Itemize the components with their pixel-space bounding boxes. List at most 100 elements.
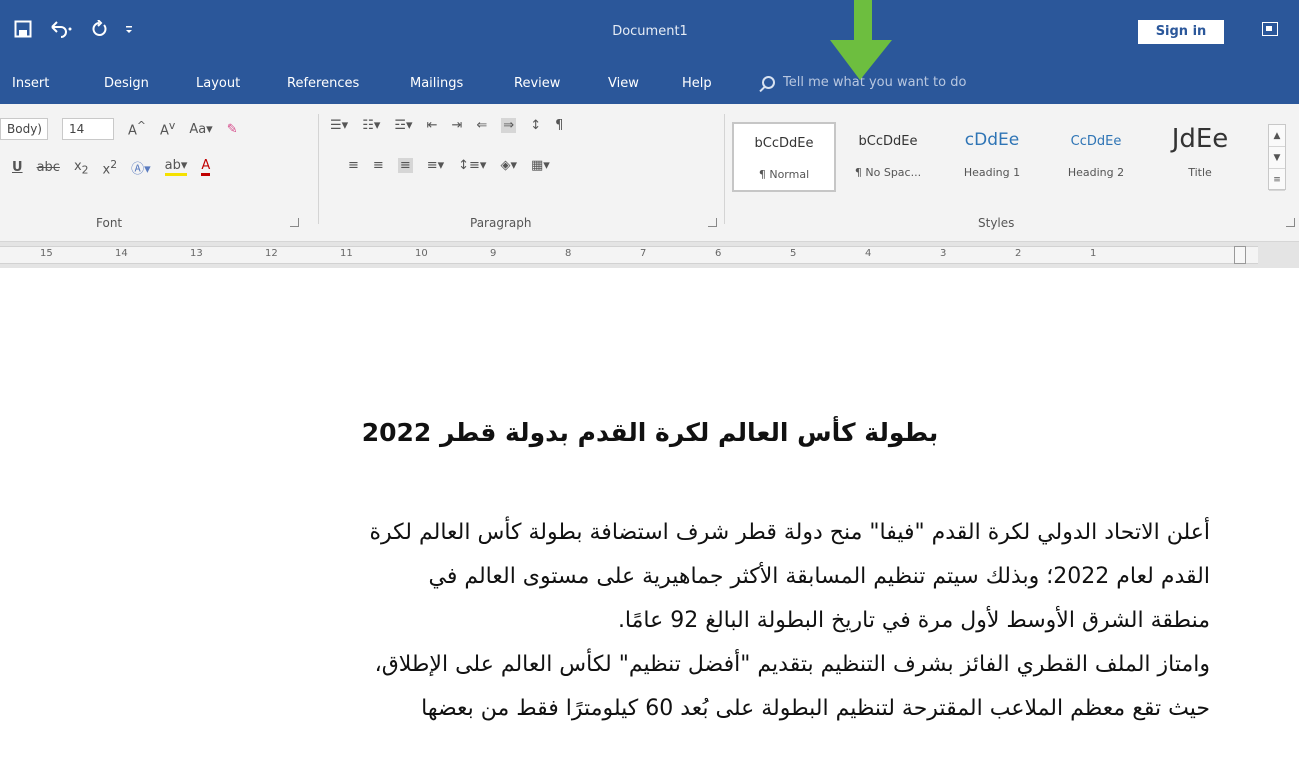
tab-layout[interactable]: Layout (196, 76, 240, 91)
style-preview: bCcDdEe (858, 134, 918, 149)
ruler-mark: 4 (865, 248, 872, 259)
tab-review[interactable]: Review (514, 76, 560, 91)
undo-icon[interactable] (48, 20, 74, 41)
ltr-icon[interactable]: ⇐ (476, 118, 487, 133)
quick-access-toolbar (14, 19, 134, 41)
numbering-icon[interactable]: ☷▾ (362, 118, 380, 133)
line-spacing-icon[interactable]: ↕≡▾ (458, 158, 486, 173)
ruler-mark: 2 (1015, 248, 1022, 259)
customize-icon[interactable] (124, 20, 134, 41)
rtl-icon[interactable]: ⇒ (501, 118, 517, 133)
ruler-mark: 15 (40, 248, 53, 259)
title-bar: Document1 Sign in (0, 0, 1299, 62)
document-line: أعلن الاتحاد الدولي لكرة القدم "فيفا" من… (369, 520, 1210, 545)
sign-in-button[interactable]: Sign in (1138, 20, 1224, 44)
style-preview: CcDdEe (1070, 134, 1122, 149)
font-size-select[interactable]: 14 (62, 118, 114, 140)
style-preview: bCcDdEe (754, 136, 814, 151)
document-line: وامتاز الملف القطري الفائز بشرف التنظيم … (374, 652, 1210, 677)
ruler-mark: 5 (790, 248, 797, 259)
document-line: القدم لعام 2022؛ وبذلك سيتم تنظيم المساب… (428, 564, 1210, 589)
style-title[interactable]: JdEe Title (1148, 122, 1252, 192)
tab-design[interactable]: Design (104, 76, 149, 91)
ruler-track: 15 14 13 12 11 10 9 8 7 6 5 4 3 2 1 (0, 246, 1258, 264)
ruler-mark: 10 (415, 248, 428, 259)
style-no-spacing[interactable]: bCcDdEe ¶ No Spac... (836, 122, 940, 192)
style-preview: JdEe (1171, 124, 1229, 154)
ruler-mark: 11 (340, 248, 353, 259)
scroll-up-icon[interactable]: ▲ (1269, 125, 1285, 147)
font-color-icon[interactable]: A (201, 159, 211, 177)
underline-icon[interactable]: U (12, 160, 23, 175)
paragraph-dialog-launcher-icon[interactable] (708, 218, 717, 227)
subscript-icon[interactable]: x2 (74, 159, 89, 177)
style-preview: cDdEe (964, 130, 1020, 150)
tab-view[interactable]: View (608, 76, 639, 91)
bullets-icon[interactable]: ☰▾ (330, 118, 348, 133)
ruler-mark: 8 (565, 248, 572, 259)
ruler-mark: 9 (490, 248, 497, 259)
decrease-indent-icon[interactable]: ⇤ (427, 118, 438, 133)
ruler-mark: 3 (940, 248, 947, 259)
ruler-mark: 1 (1090, 248, 1097, 259)
more-styles-icon[interactable]: ≡ (1269, 169, 1285, 191)
tab-mailings[interactable]: Mailings (410, 76, 463, 91)
grow-font-icon[interactable]: A^ (128, 119, 146, 138)
align-center-icon[interactable]: ≡ (373, 158, 384, 173)
shading-icon[interactable]: ◈▾ (500, 158, 517, 173)
redo-icon[interactable] (90, 19, 108, 41)
paragraph-row-1: ☰▾ ☷▾ ☲▾ ⇤ ⇥ ⇐ ⇒ ↕ ¶ (330, 118, 563, 133)
ruler-mark: 7 (640, 248, 647, 259)
styles-dialog-launcher-icon[interactable] (1286, 218, 1295, 227)
tab-insert[interactable]: Insert (12, 76, 49, 91)
superscript-icon[interactable]: x2 (103, 158, 118, 177)
paragraph-row-2: ≡ ≡ ≡ ≡▾ ↕≡▾ ◈▾ ▦▾ (348, 158, 550, 173)
style-name: Heading 2 (1067, 166, 1125, 179)
style-name: ¶ Normal (758, 168, 810, 181)
document-page[interactable]: بطولة كأس العالم لكرة القدم بدولة قطر 20… (0, 268, 1299, 782)
borders-icon[interactable]: ▦▾ (531, 158, 550, 173)
ruler-mark: 6 (715, 248, 722, 259)
font-name-select[interactable]: Body) (0, 118, 48, 140)
style-name: Heading 1 (963, 166, 1021, 179)
multilevel-list-icon[interactable]: ☲▾ (394, 118, 412, 133)
justify-icon[interactable]: ≡▾ (427, 158, 444, 173)
change-case-icon[interactable]: Aa▾ (189, 122, 212, 137)
font-dialog-launcher-icon[interactable] (290, 218, 299, 227)
show-marks-icon[interactable]: ¶ (555, 118, 563, 133)
strikethrough-icon[interactable]: abc (37, 160, 60, 175)
style-normal[interactable]: bCcDdEe ¶ Normal (732, 122, 836, 192)
ruler-mark: 12 (265, 248, 278, 259)
text-effects-icon[interactable]: Ⓐ▾ (131, 158, 151, 177)
styles-gallery-scroll[interactable]: ▲ ▼ ≡ (1268, 124, 1286, 191)
group-divider (318, 114, 319, 224)
style-heading-2[interactable]: CcDdEe Heading 2 (1044, 122, 1148, 192)
horizontal-ruler[interactable]: 15 14 13 12 11 10 9 8 7 6 5 4 3 2 1 (0, 242, 1299, 268)
style-heading-1[interactable]: cDdEe Heading 1 (940, 122, 1044, 192)
font-row-2: U abc x2 x2 Ⓐ▾ ab▾ A (12, 158, 211, 177)
group-divider (724, 114, 725, 224)
clear-formatting-icon[interactable]: ✎ (227, 122, 238, 137)
tab-help[interactable]: Help (682, 76, 712, 91)
save-icon[interactable] (14, 20, 32, 41)
ruler-mark: 14 (115, 248, 128, 259)
highlight-icon[interactable]: ab▾ (164, 159, 188, 177)
sort-icon[interactable]: ↕ (530, 118, 541, 133)
shrink-font-icon[interactable]: Av (160, 119, 175, 138)
tab-references[interactable]: References (287, 76, 359, 91)
ruler-mark: 13 (190, 248, 203, 259)
document-heading: بطولة كأس العالم لكرة القدم بدولة قطر 20… (361, 418, 939, 447)
styles-gallery: bCcDdEe ¶ Normal bCcDdEe ¶ No Spac... cD… (732, 122, 1252, 192)
increase-indent-icon[interactable]: ⇥ (451, 118, 462, 133)
scroll-down-icon[interactable]: ▼ (1269, 147, 1285, 169)
font-row-1: Body) 14 A^ Av Aa▾ ✎ (0, 118, 238, 140)
style-name: ¶ No Spac... (854, 166, 922, 179)
styles-group-label: Styles (978, 216, 1015, 230)
indent-marker-icon[interactable] (1234, 246, 1246, 264)
search-icon (762, 76, 775, 89)
align-left-icon[interactable]: ≡ (348, 158, 359, 173)
align-right-icon[interactable]: ≡ (397, 158, 413, 173)
document-title: Document1 (612, 24, 688, 39)
ribbon-tabs: Insert Design Layout References Mailings… (0, 62, 1299, 104)
ribbon-display-options-icon[interactable] (1262, 22, 1278, 36)
